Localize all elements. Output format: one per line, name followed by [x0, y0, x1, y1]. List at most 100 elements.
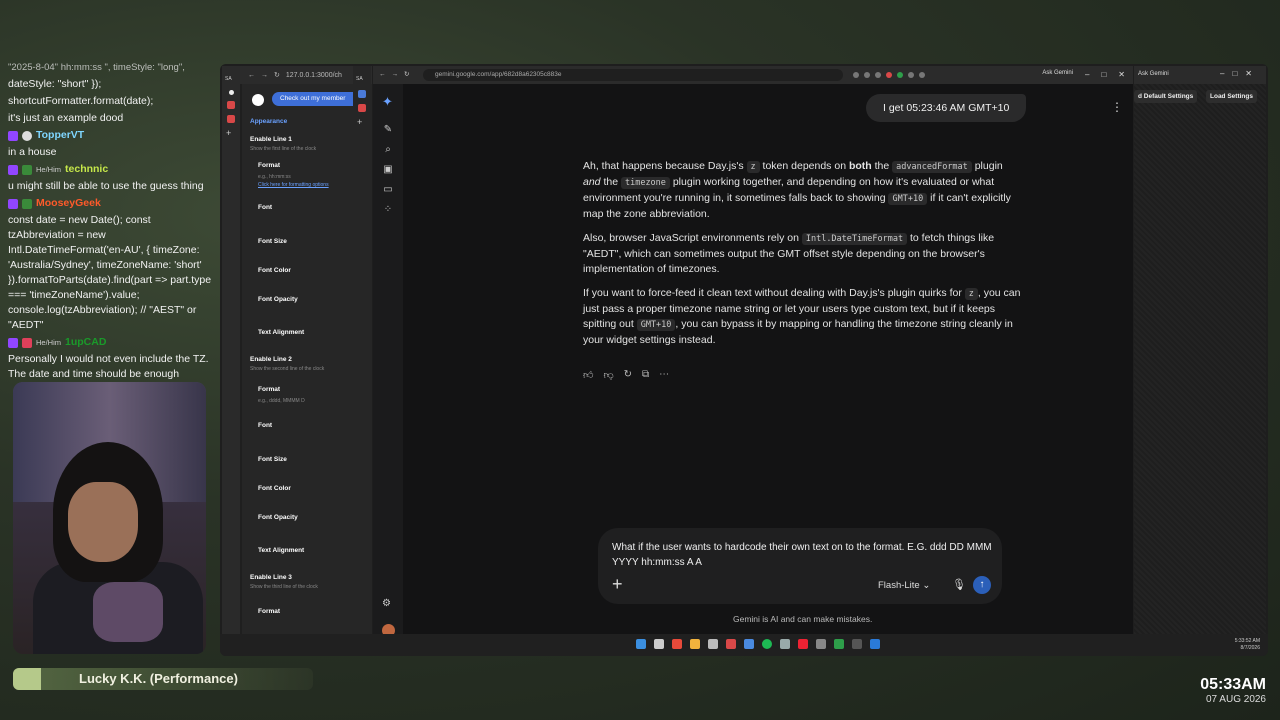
prompt-composer[interactable]: What if the user wants to hardcode their… — [598, 528, 1002, 604]
settings-gear-icon[interactable]: ⚙ — [382, 598, 391, 609]
tab-icon[interactable] — [227, 115, 235, 123]
line2-sub: Show the second line of the clock — [250, 366, 325, 372]
line2-toggle-label[interactable]: Enable Line 2 — [250, 356, 292, 363]
extension-icons[interactable] — [853, 72, 925, 78]
chat-text: dateStyle: "short" }); — [8, 78, 102, 90]
gems-icon[interactable]: ▣ — [382, 164, 394, 176]
system-tray[interactable]: 5:33:52 AM 8/7/2026 — [1235, 638, 1260, 652]
taskbar-apps[interactable] — [636, 639, 880, 649]
chat-user-header: MooseyGeek — [8, 196, 213, 211]
regenerate-icon[interactable]: ↻ — [624, 369, 632, 381]
left-url-bar[interactable]: ← → ↻ 127.0.0.1:3000/ch — [222, 66, 372, 84]
vscode-icon[interactable] — [870, 639, 880, 649]
badge-icon — [22, 198, 32, 209]
load-settings-button[interactable]: Load Settings — [1206, 90, 1257, 103]
gemini-toolbar: ←→↻ gemini.google.com/app/682d8a62305c88… — [373, 66, 1133, 84]
gemini-browser-window: ←→↻ gemini.google.com/app/682d8a62305c88… — [373, 66, 1133, 637]
add-attachment-icon[interactable]: + — [612, 574, 623, 595]
clock-date: 07 AUG 2026 — [1205, 694, 1266, 705]
app-icon[interactable] — [816, 639, 826, 649]
desktop-capture: SA + ← → ↻ 127.0.0.1:3000/ch Check out my … — [220, 64, 1268, 656]
new-chat-icon[interactable]: ✎ — [382, 124, 394, 136]
nav-buttons[interactable]: ←→↻ — [379, 70, 415, 78]
tab-icon[interactable] — [358, 90, 366, 98]
chat-pronouns: He/Him — [36, 338, 62, 347]
copy-icon[interactable]: ⧉ — [642, 369, 649, 381]
app-icon[interactable] — [672, 639, 682, 649]
app-icon[interactable] — [834, 639, 844, 649]
formatting-help-link[interactable]: Click here for formatting options — [258, 182, 329, 188]
tab-icon[interactable] — [227, 101, 235, 109]
field-font[interactable]: Font — [258, 204, 272, 211]
window-controls[interactable]: –□✕ — [1220, 69, 1260, 78]
chat-username: MooseyGeek — [36, 197, 101, 209]
thumbs-down-icon[interactable]: 👎︎ — [603, 369, 613, 381]
field-font-size[interactable]: Font Size — [258, 456, 287, 463]
tray-time: 5:33:52 AM — [1234, 638, 1260, 644]
library-icon[interactable]: ▭ — [382, 184, 394, 196]
webcam-feed — [13, 382, 206, 654]
field-font-color[interactable]: Font Color — [258, 485, 291, 492]
line3-toggle-label[interactable]: Enable Line 3 — [250, 574, 292, 581]
field-text-alignment[interactable]: Text Alignment — [258, 547, 304, 554]
member-button[interactable]: Check out my member — [272, 92, 364, 106]
section-appearance[interactable]: Appearance — [250, 118, 287, 125]
field-text-alignment[interactable]: Text Alignment — [258, 329, 304, 336]
new-tab-icon[interactable]: + — [357, 118, 367, 127]
more-options-icon[interactable]: ⋮ — [1111, 100, 1123, 114]
chat-text: Personally I would not even include the … — [8, 353, 209, 380]
chat-username: 1upCAD — [65, 336, 107, 348]
heart-icon — [22, 337, 32, 348]
thumbs-up-icon[interactable]: 👍︎ — [583, 369, 593, 381]
app-icon[interactable] — [654, 639, 664, 649]
line2-format-input[interactable]: e.g., dddd, MMMM D — [258, 398, 305, 404]
left-url-text: 127.0.0.1:3000/ch — [285, 71, 342, 79]
app-icon[interactable] — [798, 639, 808, 649]
line1-toggle-label[interactable]: Enable Line 1 — [250, 136, 292, 143]
gemini-url-bar[interactable]: gemini.google.com/app/682d8a62305c883e — [423, 69, 843, 81]
default-settings-button[interactable]: d Default Settings — [1134, 90, 1198, 103]
tab-icon[interactable] — [228, 90, 234, 95]
field-font-opacity[interactable]: Font Opacity — [258, 296, 298, 303]
model-selector[interactable]: Flash-Lite ⌄ — [878, 580, 930, 591]
field-font[interactable]: Font — [258, 422, 272, 429]
app-icon[interactable] — [780, 639, 790, 649]
prompt-input[interactable]: What if the user wants to hardcode their… — [612, 540, 992, 570]
now-playing-bar: Lucky K.K. (Performance) — [13, 668, 313, 690]
folder-icon[interactable] — [690, 639, 700, 649]
tab-icon[interactable] — [358, 104, 366, 112]
line2-format-label: Format — [258, 386, 281, 393]
response-paragraph: If you want to force-feed it clean text … — [583, 287, 1021, 346]
gemini-logo-icon[interactable]: ✦ — [382, 95, 394, 108]
field-font-opacity[interactable]: Font Opacity — [258, 514, 298, 521]
chat-username: TopperVT — [36, 129, 85, 141]
app-icon[interactable] — [852, 639, 862, 649]
ask-gemini-button[interactable]: Ask Gemini — [1042, 70, 1073, 76]
chat-cut-line: "2025-8-04" hh:mm:ss ", timeStyle: "long… — [8, 62, 185, 73]
app-icon[interactable] — [708, 639, 718, 649]
right-ask-gemini[interactable]: Ask Gemini — [1138, 71, 1169, 77]
field-font-color[interactable]: Font Color — [258, 267, 291, 274]
new-tab-icon[interactable]: + — [226, 129, 236, 138]
app-icon[interactable] — [744, 639, 754, 649]
search-icon[interactable]: ⌕ — [382, 144, 394, 156]
start-icon[interactable] — [636, 639, 646, 649]
app-icon[interactable] — [726, 639, 736, 649]
spotify-icon[interactable] — [762, 639, 772, 649]
user-message-bubble: I get 05:23:46 AM GMT+10 — [866, 94, 1027, 122]
chat-pronouns: He/Him — [36, 165, 62, 174]
send-button[interactable]: ↑ — [973, 576, 991, 594]
microphone-icon[interactable]: 🎙︎ — [952, 578, 966, 591]
gemini-chat-area: I get 05:23:46 AM GMT+10 ⋮ Ah, that happ… — [403, 84, 1133, 634]
line1-format-input[interactable]: e.g., hh:mm:ss — [258, 174, 291, 180]
chat-text: const date = new Date(); const tzAbbrevi… — [8, 214, 212, 331]
app-logo-icon — [252, 94, 264, 106]
line1-sub: Show the first line of the clock — [250, 146, 317, 152]
more-actions-icon[interactable]: ⋯ — [659, 369, 669, 381]
gemini-side-rail: ✦ ✎ ⌕ ▣ ▭ ⁘ ⚙ — [373, 84, 403, 637]
field-font-size[interactable]: Font Size — [258, 238, 287, 245]
chat-username: technnic — [65, 163, 109, 175]
apps-icon[interactable]: ⁘ — [382, 204, 394, 216]
twitch-badge-icon — [8, 164, 18, 175]
window-controls[interactable]: –□✕ — [1085, 70, 1125, 79]
